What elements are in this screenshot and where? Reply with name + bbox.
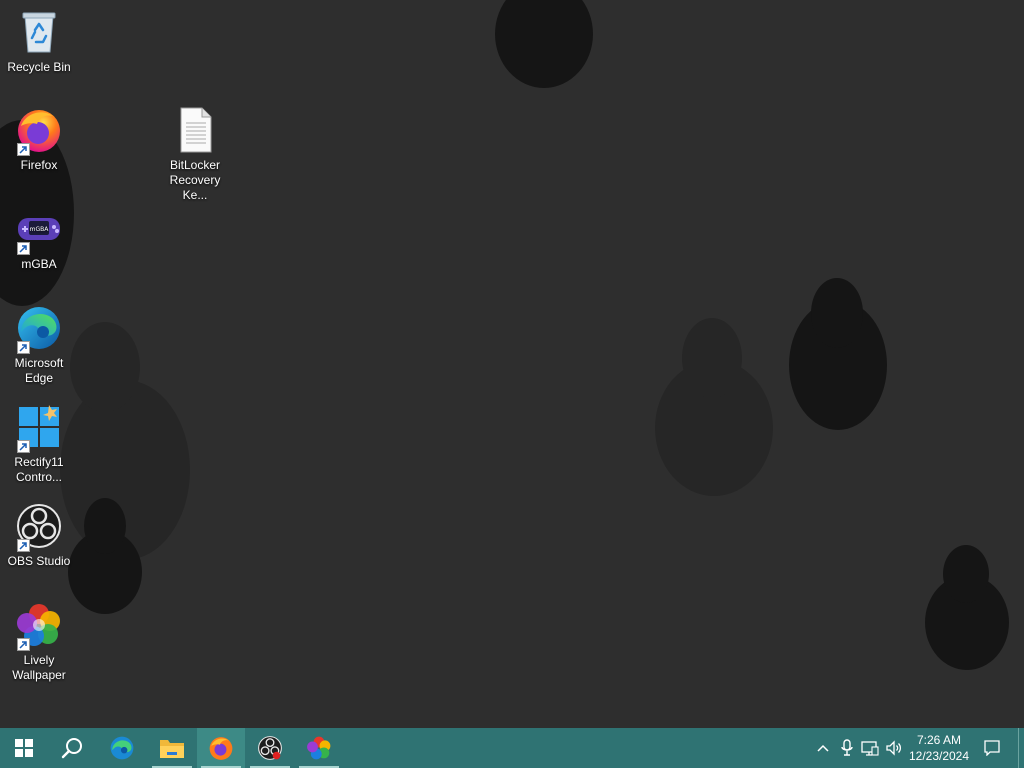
desktop-icon-obs-studio[interactable]: OBS Studio: [2, 502, 76, 569]
wallpaper-shape: [495, 0, 593, 88]
shortcut-arrow-icon: [17, 341, 30, 354]
icon-label: Recycle Bin: [7, 60, 71, 74]
icon-label: BitLocker Recovery Ke...: [169, 158, 221, 202]
search-icon: [61, 738, 82, 759]
shortcut-arrow-icon: [17, 242, 30, 255]
icon-label: Rectify11 Contro...: [14, 455, 64, 484]
shortcut-arrow-icon: [17, 638, 30, 651]
icon-label: OBS Studio: [7, 554, 71, 568]
taskbar-lively-wallpaper[interactable]: [295, 728, 343, 768]
taskbar-edge[interactable]: [98, 728, 146, 768]
tray-network[interactable]: [858, 728, 882, 768]
wallpaper-shape: [943, 545, 989, 603]
lively-wallpaper-icon: [307, 736, 331, 760]
desktop-icon-mgba[interactable]: mGBA mGBA: [2, 205, 76, 272]
search-button[interactable]: [48, 728, 96, 768]
tray-overflow-button[interactable]: [811, 728, 835, 768]
tray-microphone[interactable]: [835, 728, 859, 768]
shortcut-arrow-icon: [17, 539, 30, 552]
folder-icon: [160, 740, 184, 758]
desktop-icon-lively-wallpaper[interactable]: Lively Wallpaper: [2, 601, 76, 683]
start-button[interactable]: [0, 728, 48, 768]
obs-icon: [258, 736, 282, 760]
wallpaper-shape: [84, 498, 126, 554]
wallpaper-shape: [682, 318, 742, 398]
taskbar-firefox[interactable]: [197, 728, 245, 768]
shortcut-arrow-icon: [17, 440, 30, 453]
action-center-button[interactable]: [978, 728, 1006, 768]
icon-label: mGBA: [21, 257, 57, 271]
microphone-icon: [841, 739, 853, 756]
desktop[interactable]: Recycle Bin Firefox mGBA mGBA Microsoft …: [0, 0, 1024, 728]
network-icon: [861, 741, 879, 756]
icon-label: Lively Wallpaper: [12, 653, 66, 682]
wallpaper-shape: [811, 278, 863, 348]
desktop-icon-firefox[interactable]: Firefox: [2, 106, 76, 173]
edge-icon: [15, 304, 63, 354]
taskbar-obs-studio[interactable]: [246, 728, 294, 768]
icon-label: Firefox: [20, 158, 58, 172]
recycle-bin-icon: [15, 8, 63, 56]
text-document-icon: [171, 106, 219, 154]
clock-date: 12/23/2024: [908, 749, 970, 763]
firefox-icon: [15, 106, 63, 156]
show-desktop-button[interactable]: [1018, 728, 1024, 768]
volume-icon: [886, 740, 902, 756]
shortcut-arrow-icon: [17, 143, 30, 156]
lively-wallpaper-icon: [15, 601, 63, 651]
desktop-icon-bitlocker-recovery-key[interactable]: BitLocker Recovery Ke...: [158, 106, 232, 203]
desktop-icon-microsoft-edge[interactable]: Microsoft Edge: [2, 304, 76, 386]
firefox-icon: [209, 737, 233, 760]
icon-label: Microsoft Edge: [14, 356, 64, 385]
desktop-icon-recycle-bin[interactable]: Recycle Bin: [2, 8, 76, 75]
taskbar-clock[interactable]: 7:26 AM 12/23/2024: [902, 728, 976, 768]
notification-icon: [984, 740, 1000, 756]
desktop-icon-rectify11[interactable]: Rectify11 Contro...: [2, 403, 76, 485]
mgba-icon: mGBA: [15, 205, 63, 255]
windows-start-icon: [15, 739, 33, 757]
taskbar-file-explorer[interactable]: [148, 728, 196, 768]
rectify11-icon: [15, 403, 63, 453]
obs-icon: [15, 502, 63, 552]
taskbar: 7:26 AM 12/23/2024: [0, 728, 1024, 768]
edge-icon: [110, 736, 134, 760]
svg-text:mGBA: mGBA: [30, 226, 50, 233]
chevron-up-icon: [817, 744, 829, 752]
clock-time: 7:26 AM: [916, 733, 962, 747]
wallpaper-shape: [70, 322, 140, 412]
